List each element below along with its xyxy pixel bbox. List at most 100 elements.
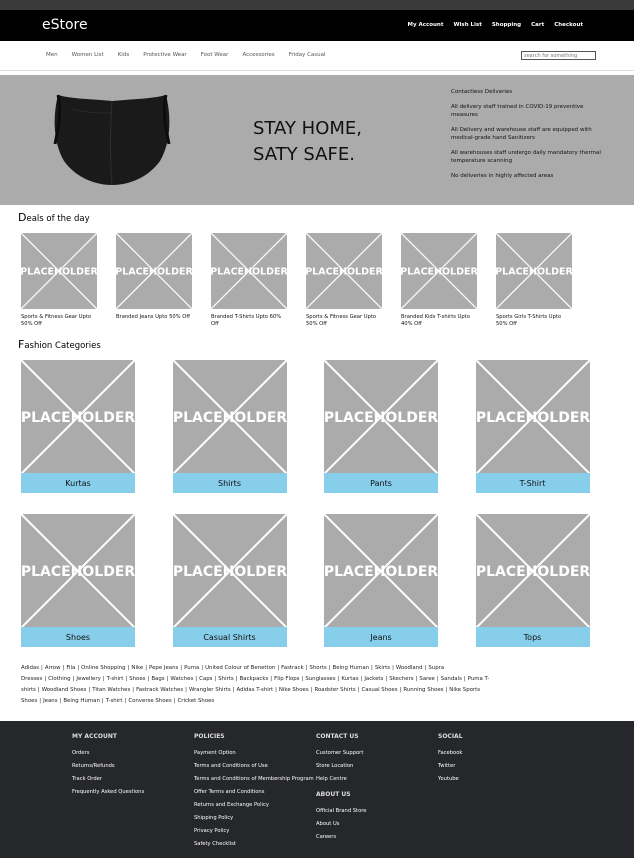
brand-link[interactable]: Puma [184,665,199,671]
category-card[interactable]: PLACEHOLDER Jeans [324,514,438,647]
brand-link[interactable]: Sunglasses [305,676,335,682]
category-card[interactable]: PLACEHOLDER Shoes [21,514,135,647]
deal-card[interactable]: PLACEHOLDER Sports & Fitness Gear Upto 50… [21,233,97,328]
brand-link[interactable]: Skechers [389,676,413,682]
footer-link-twitter[interactable]: Twitter [438,763,563,769]
checkout-link[interactable]: Checkout [554,22,583,28]
nav-accessories[interactable]: Accessories [242,52,274,58]
category-label: Kurtas [21,473,135,493]
brand-link[interactable]: Sandals [441,676,462,682]
footer-link-terms-use[interactable]: Terms and Conditions of Use [194,763,319,769]
deal-card[interactable]: PLACEHOLDER Branded Kids T-shirts Upto 40… [401,233,477,328]
brand-link[interactable]: Arrow [45,665,61,671]
footer-link-track-order[interactable]: Track Order [72,776,197,782]
footer-link-shipping[interactable]: Shipping Policy [194,815,319,821]
brand-link[interactable]: Kurtas [341,676,358,682]
footer-link-terms-membership[interactable]: Terms and Conditions of Membership Progr… [194,776,319,782]
brand-link[interactable]: Caps [199,676,212,682]
brand-link[interactable]: Fastrack [281,665,303,671]
deal-card[interactable]: PLACEHOLDER Sports & Fitness Gear Upto 50… [306,233,382,328]
brand-link[interactable]: Fastrack Watches [136,687,183,693]
brand-link[interactable]: Wrangler Shirts [189,687,231,693]
nav-protective-wear[interactable]: Protective Wear [143,52,187,58]
category-card[interactable]: PLACEHOLDER Casual Shirts [172,514,287,647]
footer-link-offer-terms[interactable]: Offer Terms and Conditions [194,789,319,795]
brand-link[interactable]: Online Shopping [81,665,125,671]
brand-link[interactable]: T-shirt [106,698,123,704]
nav-kids[interactable]: Kids [118,52,130,58]
footer-link-payment[interactable]: Payment Option [194,750,319,756]
deal-card[interactable]: PLACEHOLDER Sports Girls T-Shirts Upto 50… [496,233,572,328]
deal-card[interactable]: PLACEHOLDER Branded Jeans Upto 50% Off [116,233,192,321]
brand-link[interactable]: Watches [170,676,193,682]
brand-link[interactable]: Bags [151,676,164,682]
deal-card[interactable]: PLACEHOLDER Branded T-Shirts Upto 60% Off [211,233,287,328]
nav-foot-wear[interactable]: Foot Wear [201,52,229,58]
category-card[interactable]: PLACEHOLDER Tops [475,514,590,647]
brand-link[interactable]: Jackets [364,676,383,682]
footer-link-about[interactable]: About Us [316,821,441,827]
brand-link[interactable]: Woodland Shoes [42,687,87,693]
brand-link[interactable]: Fila [66,665,75,671]
category-card[interactable]: PLACEHOLDER Pants [324,360,438,493]
brand-link[interactable]: Converse Shoes [128,698,171,704]
nav-friday-casual[interactable]: Friday Casual [289,52,326,58]
placeholder-label: PLACEHOLDER [496,266,572,277]
brand-link[interactable]: Skirts [375,665,390,671]
brand-link[interactable]: Casual Shoes [361,687,397,693]
my-account-link[interactable]: My Account [407,22,443,28]
category-card[interactable]: PLACEHOLDER Kurtas [21,360,135,493]
brand-link[interactable]: Adidas T-shirt [237,687,274,693]
brand-link[interactable]: Being Human [63,698,100,704]
category-label: Shirts [172,473,287,493]
wish-list-link[interactable]: Wish List [453,22,481,28]
brand-link[interactable]: Jeans [43,698,57,704]
brand-link[interactable]: Cricket Shoes [177,698,214,704]
footer-link-orders[interactable]: Orders [72,750,197,756]
brand-link[interactable]: Backpacks [240,676,269,682]
brand-link[interactable]: Woodland [396,665,423,671]
footer-about-title: ABOUT US [316,791,351,798]
category-card[interactable]: PLACEHOLDER Shirts [172,360,287,493]
brand-link[interactable]: Shorts [309,665,326,671]
brand-link[interactable]: Shoes [129,676,145,682]
brand-link[interactable]: Nike Shoes [279,687,309,693]
brand-link[interactable]: Roadster Shirts [314,687,355,693]
brand-link[interactable]: Titan Watches [92,687,130,693]
brand-link[interactable]: Adidas [21,665,39,671]
store-logo[interactable]: eStore [42,17,88,33]
footer-link-facebook[interactable]: Facebook [438,750,563,756]
brand-link[interactable]: Nike [131,665,143,671]
deal-caption: Branded Kids T-shirts Upto 40% Off [401,314,470,327]
brand-link[interactable]: Jewellery [76,676,100,682]
footer-link-privacy[interactable]: Privacy Policy [194,828,319,834]
nav-men[interactable]: Men [46,52,58,58]
footer-link-brand-store[interactable]: Official Brand Store [316,808,441,814]
category-card[interactable]: PLACEHOLDER T-Shirt [475,360,590,493]
shopping-link[interactable]: Shopping [492,22,521,28]
cart-link[interactable]: Cart [531,22,544,28]
placeholder-image: PLACEHOLDER [116,233,192,309]
footer-link-faq[interactable]: Frequently Asked Questions [72,789,197,795]
footer-link-returns[interactable]: Returns/Refunds [72,763,197,769]
footer-link-safety[interactable]: Safety Checklist [194,841,319,847]
search-input[interactable] [521,51,596,60]
footer-link-support[interactable]: Customer Support [316,750,441,756]
footer-link-help[interactable]: Help Centre [316,776,441,782]
footer-social-title: SOCIAL [438,733,463,740]
brand-link[interactable]: Shirts [218,676,233,682]
footer-link-returns-policy[interactable]: Returns and Exchange Policy [194,802,319,808]
deal-caption: Sports & Fitness Gear Upto 50% Off [21,314,92,327]
brand-link[interactable]: Running Shoes [403,687,443,693]
footer-link-store-location[interactable]: Store Location [316,763,441,769]
nav-women-list[interactable]: Women List [72,52,104,58]
brand-link[interactable]: Flip Flops [274,676,299,682]
brand-link[interactable]: Saree [419,676,434,682]
brand-link[interactable]: Being Human [333,665,370,671]
brand-link[interactable]: United Colour of Benetton [205,665,275,671]
brand-link[interactable]: T-shirt [107,676,124,682]
brand-link[interactable]: Pepe Jeans [149,665,178,671]
footer-link-youtube[interactable]: Youtube [438,776,563,782]
footer-link-careers[interactable]: Careers [316,834,441,840]
brand-link[interactable]: Clothing [48,676,70,682]
